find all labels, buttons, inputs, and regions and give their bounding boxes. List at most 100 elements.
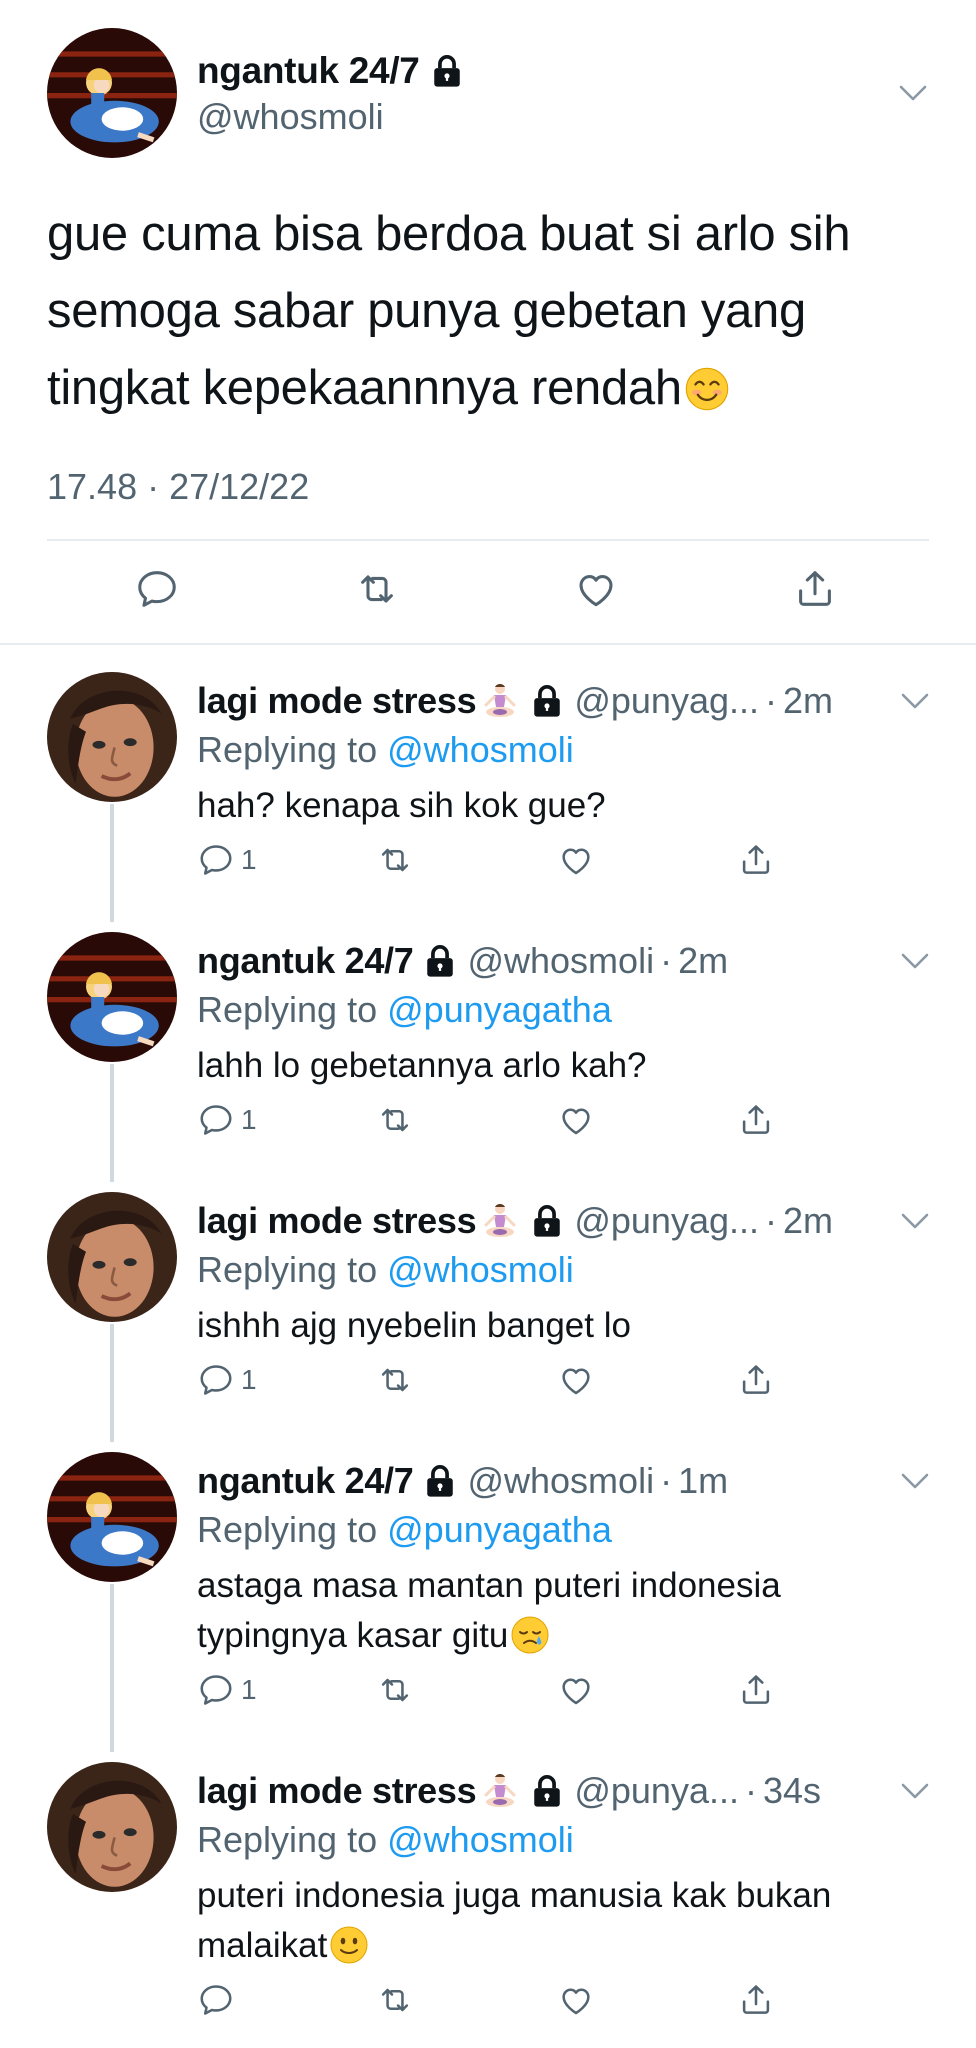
share-button[interactable] [737, 841, 775, 879]
separator-dot: · [765, 680, 777, 721]
reply-tweet[interactable]: ngantuk 24/7 @whosmoli · 1m Replying to … [0, 1442, 976, 1752]
avatar[interactable] [47, 1452, 177, 1582]
retweet-icon [376, 1671, 414, 1709]
share-button[interactable] [737, 1671, 775, 1709]
reply-actions [0, 1981, 976, 2027]
reply-count: 1 [241, 844, 257, 875]
reply-icon [197, 1101, 235, 1139]
divider [47, 539, 929, 541]
mention-link[interactable]: @whosmoli [387, 729, 574, 770]
avatar[interactable] [47, 932, 177, 1062]
retweet-button[interactable] [376, 1101, 414, 1139]
reply-icon [134, 566, 180, 612]
avatar[interactable] [47, 1192, 177, 1322]
reply-handle[interactable]: @whosmoli [467, 940, 654, 982]
retweet-icon [376, 1361, 414, 1399]
mention-link[interactable]: @punyagatha [387, 1509, 612, 1550]
reply-icon [197, 1361, 235, 1399]
avatar[interactable] [47, 672, 177, 802]
like-button[interactable] [557, 1361, 595, 1399]
share-icon [737, 1361, 775, 1399]
replying-to: Replying to @whosmoli [197, 1819, 574, 1861]
lock-icon [425, 1464, 455, 1498]
like-button[interactable] [557, 1981, 595, 2019]
share-icon [737, 841, 775, 879]
replying-to-label: Replying to [197, 729, 378, 770]
share-icon [737, 1671, 775, 1709]
chevron-down-icon[interactable] [898, 84, 928, 102]
reply-button[interactable]: 1 [197, 1361, 257, 1399]
reply-tweet[interactable]: lagi mode stress @punya... · 34s Replyin… [0, 1752, 976, 2048]
reply-count: 1 [241, 1674, 257, 1705]
author-handle[interactable]: @whosmoli [197, 96, 384, 138]
replying-to: Replying to @whosmoli [197, 1249, 574, 1291]
mention-link[interactable]: @whosmoli [387, 1249, 574, 1290]
chevron-down-icon[interactable] [900, 692, 930, 710]
replying-to: Replying to @whosmoli [197, 729, 574, 771]
reply-header: lagi mode stress @punyag... · 2m [197, 1200, 833, 1242]
reply-handle[interactable]: @whosmoli [467, 1460, 654, 1502]
chevron-down-icon[interactable] [900, 1472, 930, 1490]
retweet-button[interactable] [376, 1981, 414, 2019]
retweet-button[interactable] [376, 1671, 414, 1709]
reply-text: lahh lo gebetannya arlo kah? [197, 1046, 647, 1085]
person-in-lotus-position-icon [480, 1201, 520, 1241]
separator-dot: · [744, 1770, 757, 1811]
chevron-down-icon[interactable] [900, 952, 930, 970]
reply-time[interactable]: 1m [678, 1460, 728, 1502]
retweet-button[interactable] [376, 1361, 414, 1399]
reply-tweet[interactable]: lagi mode stress @punyag... · 2m Replyin… [0, 662, 976, 922]
harry-avatar-image [47, 672, 177, 802]
reply-count: 1 [241, 1364, 257, 1395]
chevron-down-icon[interactable] [900, 1212, 930, 1230]
reply-button[interactable]: 1 [197, 841, 257, 879]
chevron-down-icon[interactable] [900, 1782, 930, 1800]
tweet-timestamp[interactable]: 17.48 · 27/12/22 [47, 466, 309, 508]
like-button[interactable] [557, 841, 595, 879]
avatar[interactable] [47, 28, 177, 158]
reply-author-name[interactable]: lagi mode stress [197, 1770, 477, 1812]
tweet-text: gue cuma bisa berdoa buat si arlo sih se… [47, 196, 927, 427]
reply-text-content: puteri indonesia juga manusia kak bukan … [197, 1876, 832, 1965]
share-button[interactable] [792, 566, 838, 612]
reply-button[interactable]: 1 [197, 1101, 257, 1139]
reply-handle[interactable]: @punya... [574, 1770, 739, 1812]
lock-icon [532, 684, 562, 718]
reply-icon [197, 1981, 235, 2019]
share-button[interactable] [737, 1981, 775, 2019]
retweet-icon [376, 841, 414, 879]
avatar[interactable] [47, 1762, 177, 1892]
reply-button[interactable]: 1 [197, 1671, 257, 1709]
retweet-button[interactable] [376, 841, 414, 879]
reply-handle[interactable]: @punyag... [574, 1200, 759, 1242]
share-button[interactable] [737, 1361, 775, 1399]
reply-icon [197, 841, 235, 879]
mention-link[interactable]: @punyagatha [387, 989, 612, 1030]
reply-handle[interactable]: @punyag... [574, 680, 759, 722]
reply-tweet[interactable]: lagi mode stress @punyag... · 2m Replyin… [0, 1182, 976, 1442]
like-button[interactable] [573, 566, 619, 612]
author-name[interactable]: ngantuk 24/7 [197, 50, 420, 92]
reply-icon [197, 1671, 235, 1709]
like-button[interactable] [557, 1101, 595, 1139]
separator-dot: · [765, 1200, 777, 1241]
mention-link[interactable]: @whosmoli [387, 1819, 574, 1860]
reply-button[interactable] [197, 1981, 241, 2019]
like-button[interactable] [557, 1671, 595, 1709]
alice-avatar-image [47, 932, 177, 1062]
lock-icon [432, 54, 462, 88]
replying-to-label: Replying to [197, 1509, 378, 1550]
reply-time[interactable]: 34s [763, 1770, 821, 1812]
reply-author-name[interactable]: ngantuk 24/7 [197, 1460, 414, 1502]
reply-author-name[interactable]: lagi mode stress [197, 680, 477, 722]
reply-time[interactable]: 2m [783, 1200, 833, 1242]
retweet-button[interactable] [354, 566, 400, 612]
like-icon [557, 1671, 595, 1709]
reply-button[interactable] [134, 566, 180, 612]
reply-author-name[interactable]: ngantuk 24/7 [197, 940, 414, 982]
reply-author-name[interactable]: lagi mode stress [197, 1200, 477, 1242]
reply-time[interactable]: 2m [678, 940, 728, 982]
reply-tweet[interactable]: ngantuk 24/7 @whosmoli · 2m Replying to … [0, 922, 976, 1182]
reply-time[interactable]: 2m [783, 680, 833, 722]
share-button[interactable] [737, 1101, 775, 1139]
